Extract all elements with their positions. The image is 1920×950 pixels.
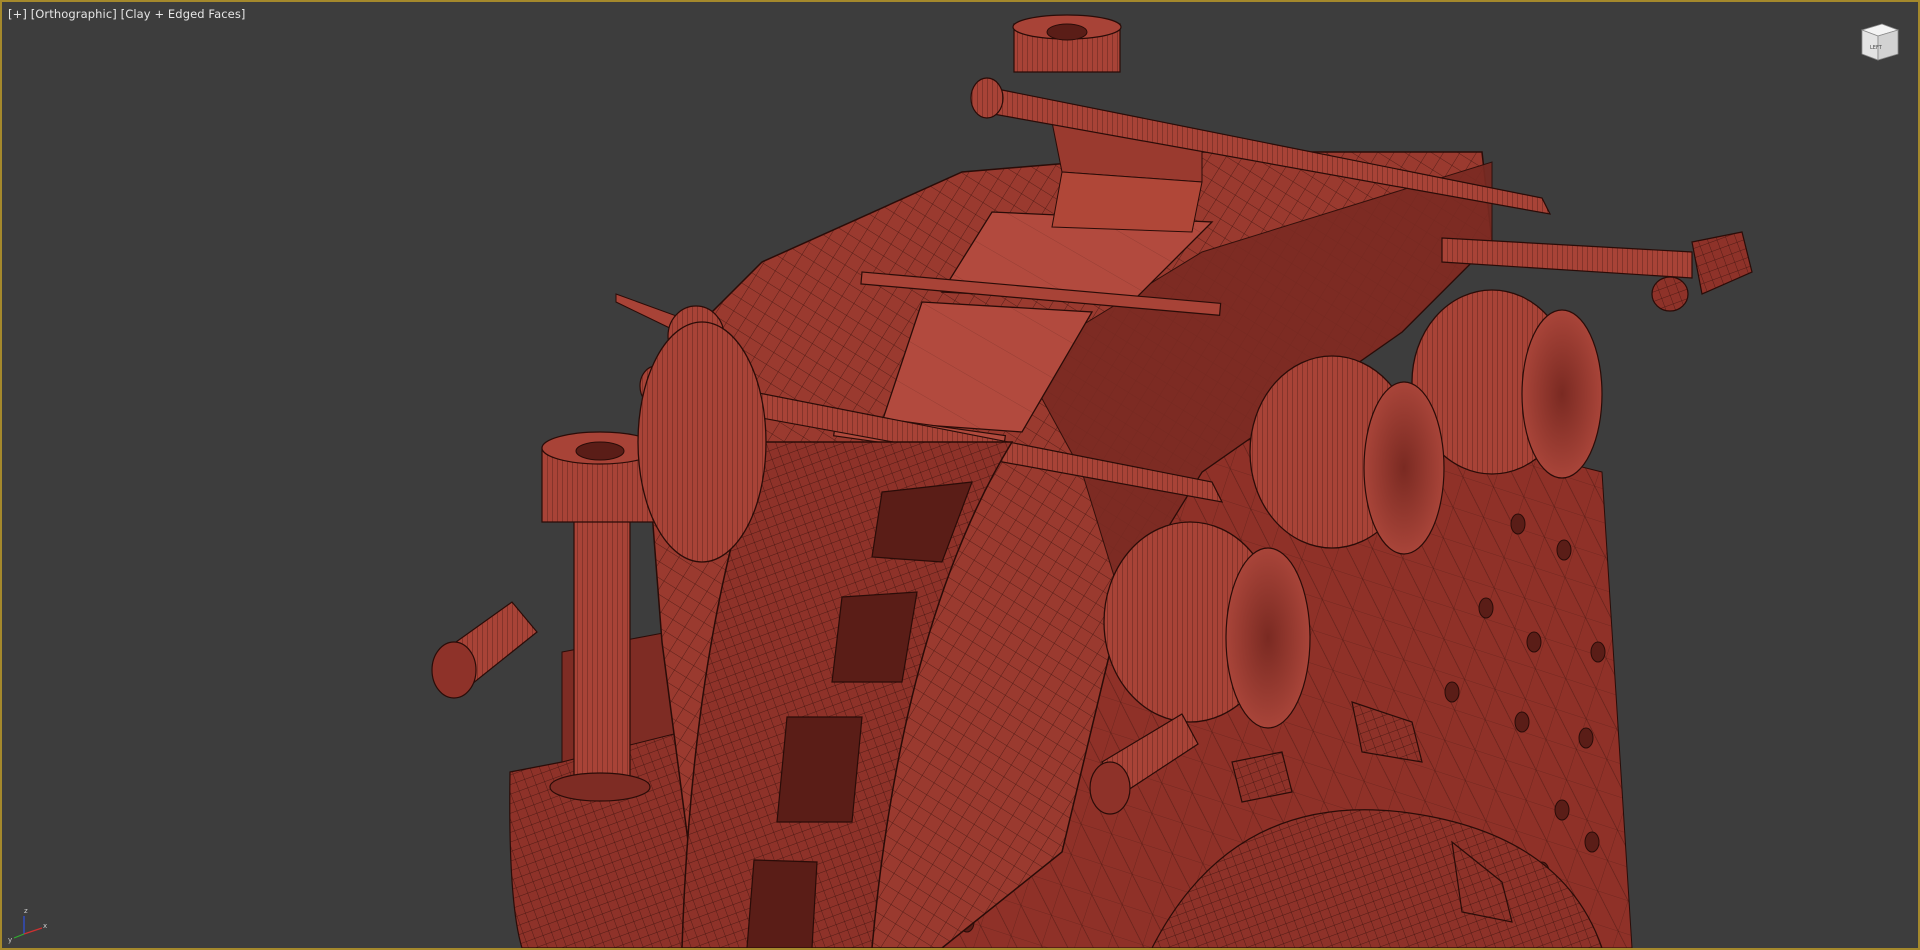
x-axis-line <box>23 927 43 935</box>
bleed-fitting-left <box>431 601 538 699</box>
viewport-label: [+] [Orthographic] [Clay + Edged Faces] <box>8 7 246 21</box>
piston-3 <box>1103 521 1311 729</box>
viewcube-face-label: LEFT <box>1870 45 1883 51</box>
z-axis-label: z <box>24 907 28 915</box>
viewcube-icon[interactable]: LEFT <box>1856 18 1902 64</box>
y-axis-label: y <box>8 936 12 944</box>
viewport-view-button[interactable]: [Orthographic] <box>31 7 117 21</box>
piston-2 <box>1249 355 1445 555</box>
bolt-top <box>1012 14 1122 73</box>
viewport[interactable]: [+] [Orthographic] [Clay + Edged Faces] <box>0 0 1920 950</box>
viewcube[interactable]: LEFT <box>1856 18 1902 64</box>
x-axis-label: x <box>43 922 47 930</box>
viewport-shading-button[interactable]: [Clay + Edged Faces] <box>121 7 246 21</box>
axis-gizmo: z x y <box>6 904 52 944</box>
scene-render[interactable] <box>2 2 1918 948</box>
viewport-menu-button[interactable]: [+] <box>8 7 27 21</box>
y-axis-line <box>13 933 25 939</box>
piston-4 <box>637 321 767 563</box>
